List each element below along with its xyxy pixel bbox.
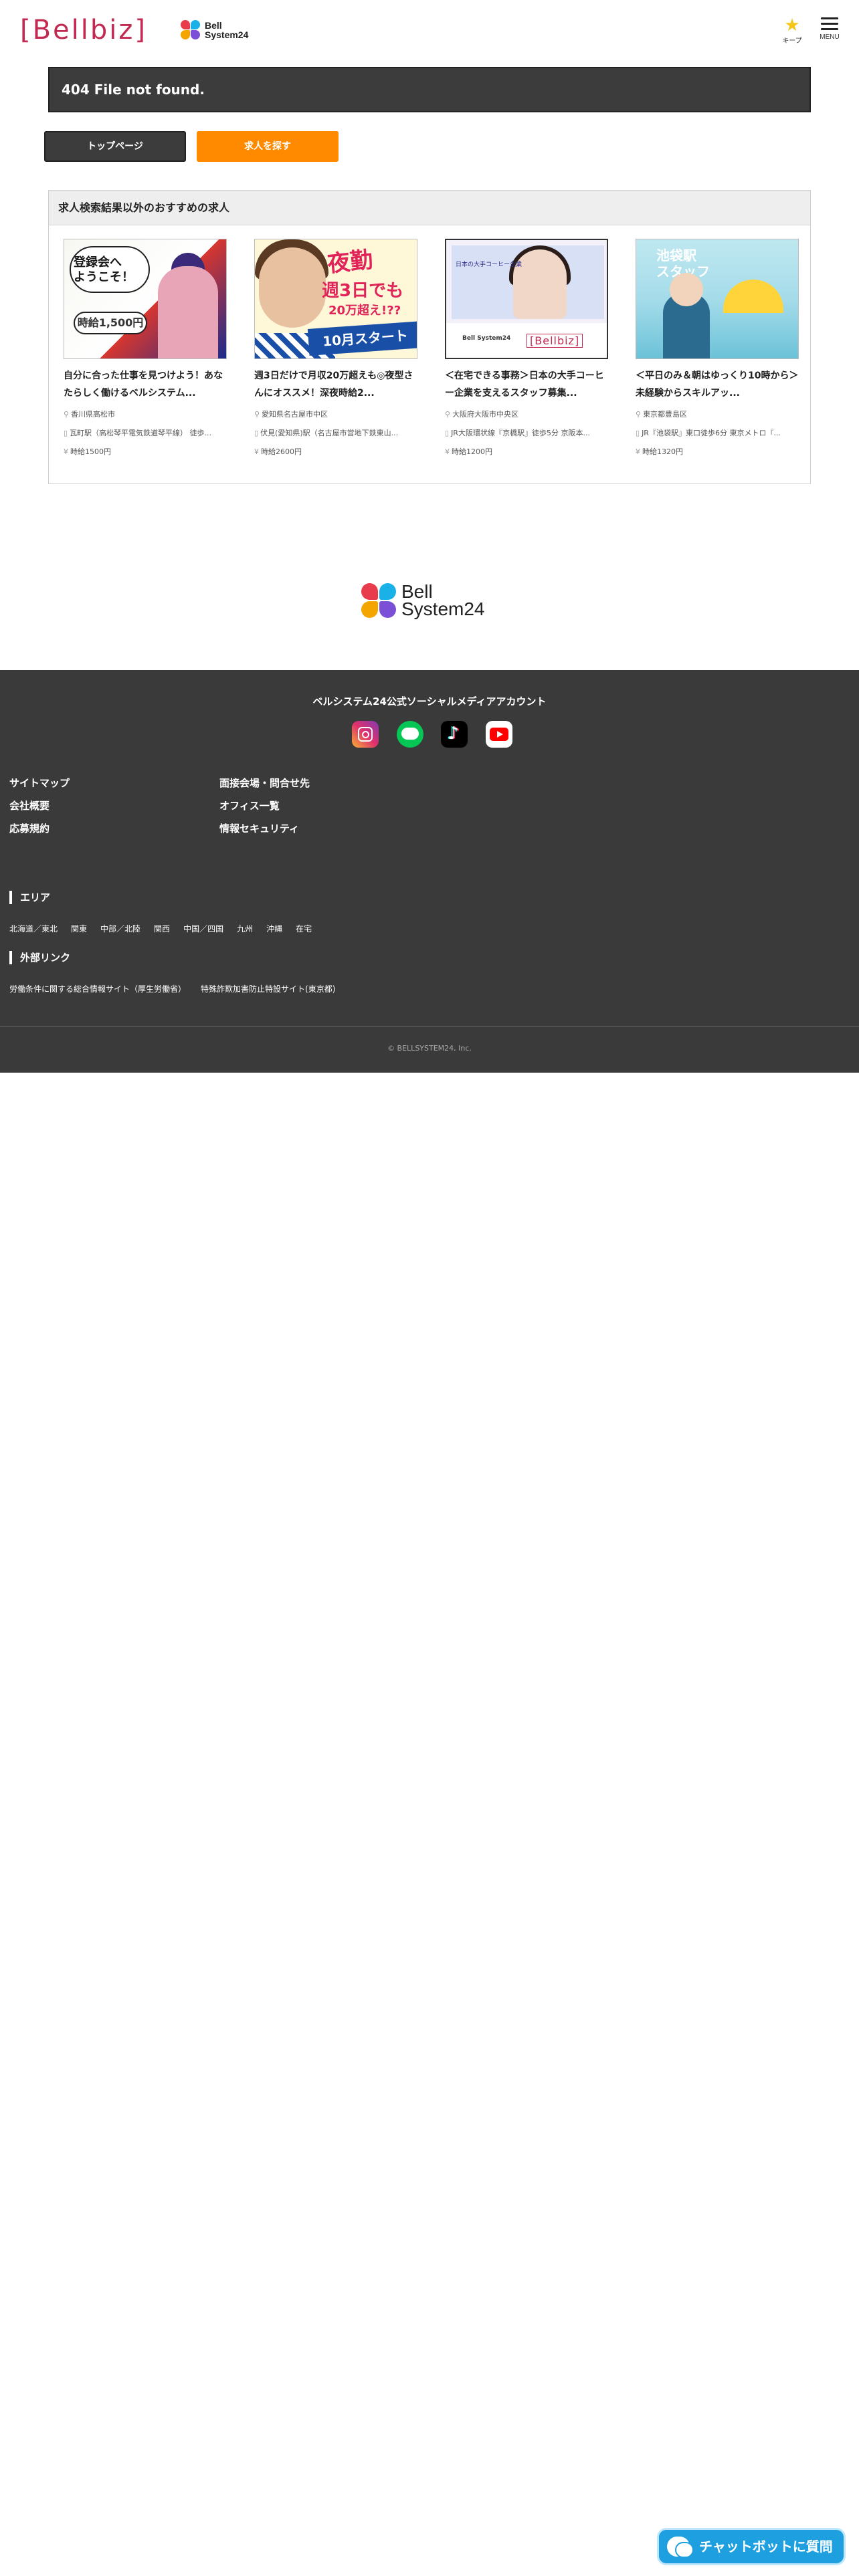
job-title[interactable]: 自分に合った仕事を見つけよう！あなたらしく働けるベルシステム... (64, 367, 229, 402)
instagram-icon[interactable] (352, 721, 379, 748)
line-icon[interactable] (396, 721, 423, 748)
pin-icon: ⚲ (445, 410, 451, 419)
site-footer: ベルシステム24公式ソーシャルメディアアカウント サイトマップ 会社概要 応募規… (0, 670, 859, 1026)
train-icon: ▯ (254, 429, 259, 437)
job-location: ⚲ 東京都豊島区 (636, 410, 688, 419)
pin-icon: ⚲ (636, 410, 642, 419)
pin-icon: ⚲ (254, 410, 260, 419)
error-message: 404 File not found. (62, 82, 205, 98)
job-card[interactable]: 池袋駅 スタッフ ＜平日のみ＆朝はゆっくり10時から＞未経験からスキルアッ... … (636, 239, 803, 466)
bellsystem24-mark-icon: Bell System24 (462, 335, 511, 342)
job-station: ▯ JR大阪環状線『京橋駅』徒歩5分 京阪本... (445, 429, 590, 437)
copyright-bar: © BELLSYSTEM24, Inc. (0, 1026, 859, 1073)
area-link[interactable]: 九州 (237, 923, 253, 934)
job-title[interactable]: ＜平日のみ＆朝はゆっくり10時から＞未経験からスキルアッ... (636, 367, 801, 402)
job-card[interactable]: 日本の大手コーヒー企業 Bell System24 [Bellbiz] ＜在宅で… (445, 239, 612, 466)
job-location: ⚲ 愛知県名古屋市中区 (254, 410, 328, 419)
search-jobs-button[interactable]: 求人を探す (197, 131, 339, 162)
external-links-heading: 外部リンク (9, 951, 70, 964)
tiktok-icon[interactable] (441, 721, 468, 748)
error-banner: 404 File not found. (48, 67, 811, 112)
yen-icon: ¥ (254, 447, 259, 456)
area-link[interactable]: 関西 (154, 923, 170, 934)
recommended-jobs-section: 求人検索結果以外のおすすめの求人 登録会へ ようこそ！ 時給1,500円 自分に合… (48, 190, 811, 484)
area-link[interactable]: 在宅 (296, 923, 312, 934)
star-icon: ★ (784, 15, 800, 35)
top-page-button[interactable]: トップページ (44, 131, 186, 162)
job-wage: ¥ 時給1320円 (636, 447, 683, 456)
external-link[interactable]: 特殊詐欺加害防止特設サイト(東京都) (201, 983, 335, 994)
job-title[interactable]: 週3日だけで月収20万超えも◎夜型さんにオススメ！深夜時給2... (254, 367, 420, 402)
job-station: ▯ 瓦町駅（高松琴平電気鉄道琴平線） 徒歩... (64, 429, 212, 437)
job-wage: ¥ 時給1200円 (445, 447, 492, 456)
sns-title: ベルシステム24公式ソーシャルメディアアカウント (312, 695, 547, 708)
footer-link-sitemap[interactable]: サイトマップ (9, 776, 70, 790)
job-thumbnail[interactable]: 夜勤 週3日でも 20万超え!?? 10月スタート (254, 239, 417, 359)
yen-icon: ¥ (445, 447, 450, 456)
footer-link-security[interactable]: 情報セキュリティ (219, 821, 299, 835)
train-icon: ▯ (445, 429, 450, 437)
recommended-jobs-heading: 求人検索結果以外のおすすめの求人 (49, 191, 810, 225)
area-heading: エリア (9, 891, 50, 904)
yen-icon: ¥ (636, 447, 640, 456)
menu-button[interactable]: MENU (815, 16, 844, 45)
chatbot-button[interactable]: チャットボットに質問 (657, 2528, 846, 2565)
job-card[interactable]: 夜勤 週3日でも 20万超え!?? 10月スタート 週3日だけで月収20万超えも… (254, 239, 421, 466)
footer-link-terms[interactable]: 応募規約 (9, 821, 50, 835)
yen-icon: ¥ (64, 447, 68, 456)
job-thumbnail[interactable]: 登録会へ ようこそ！ 時給1,500円 (64, 239, 227, 359)
footer-link-company[interactable]: 会社概要 (9, 798, 50, 813)
footer-bellsystem24-logo[interactable]: Bell System24 (361, 582, 485, 619)
job-thumbnail[interactable]: 日本の大手コーヒー企業 Bell System24 [Bellbiz] (445, 239, 608, 359)
job-location: ⚲ 大阪府大阪市中央区 (445, 410, 519, 419)
pin-icon: ⚲ (64, 410, 70, 419)
bellsystem24-logo[interactable]: Bell System24 (181, 20, 248, 40)
sns-links (352, 721, 512, 750)
hamburger-icon (821, 17, 838, 30)
area-link[interactable]: 中部／北陸 (100, 923, 140, 934)
job-station: ▯ JR『池袋駅』東口徒歩6分 東京メトロ『... (636, 429, 781, 437)
youtube-icon[interactable] (485, 721, 512, 748)
job-station: ▯ 伏見(愛知県)駅（名古屋市営地下鉄東山... (254, 429, 399, 437)
area-link[interactable]: 北海道／東北 (9, 923, 58, 934)
bellbiz-logo[interactable]: [Bellbiz] (20, 15, 147, 45)
area-link[interactable]: 関東 (71, 923, 87, 934)
train-icon: ▯ (636, 429, 640, 437)
job-wage: ¥ 時給1500円 (64, 447, 111, 456)
job-location: ⚲ 香川県高松市 (64, 410, 116, 419)
area-link[interactable]: 中国／四国 (183, 923, 223, 934)
keep-button[interactable]: ★ キープ (777, 16, 807, 45)
footer-link-interview-venues[interactable]: 面接会場・問合せ先 (219, 776, 310, 790)
job-thumbnail[interactable]: 池袋駅 スタッフ (636, 239, 799, 359)
copyright-text: © BELLSYSTEM24, Inc. (387, 1044, 472, 1053)
external-links: 労働条件に関する総合情報サイト（厚生労働省） 特殊詐欺加害防止特設サイト(東京都… (9, 983, 350, 994)
bellsystem24-mark-icon (181, 20, 201, 40)
area-links: 北海道／東北 関東 中部／北陸 関西 中国／四国 九州 沖縄 在宅 (9, 923, 325, 934)
bellsystem24-mark-icon (361, 583, 396, 618)
job-title[interactable]: ＜在宅できる事務＞日本の大手コーヒー企業を支えるスタッフ募集... (445, 367, 611, 402)
job-card[interactable]: 登録会へ ようこそ！ 時給1,500円 自分に合った仕事を見つけよう！あなたらしく… (64, 239, 231, 466)
area-link[interactable]: 沖縄 (266, 923, 282, 934)
job-wage: ¥ 時給2600円 (254, 447, 302, 456)
train-icon: ▯ (64, 429, 68, 437)
external-link[interactable]: 労働条件に関する総合情報サイト（厚生労働省） (9, 983, 186, 994)
site-header: [Bellbiz] Bell System24 ★ キープ MENU (0, 0, 859, 60)
footer-link-offices[interactable]: オフィス一覧 (219, 798, 280, 813)
